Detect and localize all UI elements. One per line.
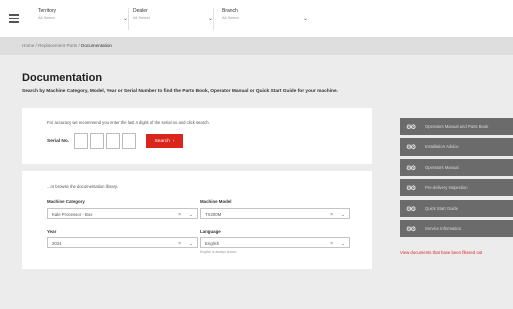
gears-icon: ⚙⚙ [406, 225, 416, 233]
dealer-filter-label: Dealer [133, 8, 148, 14]
search-button-label: Search [154, 138, 170, 144]
doc-item-pre-delivery-inspection[interactable]: ⚙⚙ Pre-delivery Inspection [400, 179, 513, 197]
gears-icon: ⚙⚙ [406, 185, 416, 193]
serial-digit-3-input[interactable] [106, 133, 120, 149]
gears-icon: ⚙⚙ [406, 124, 416, 131]
year-select[interactable]: 2024 × ⌄ [47, 237, 198, 248]
machine-category-select[interactable]: Kale Processor - Box × ⌄ [47, 208, 198, 219]
year-value: 2024 [52, 241, 62, 246]
machine-category-label: Machine Category [47, 199, 85, 204]
branch-filter-label: Branch [222, 8, 238, 14]
language-select[interactable]: English × ⌄ [200, 237, 350, 248]
library-note: ...or browse the documentation library. [47, 184, 118, 189]
machine-model-label: Machine Model [200, 199, 232, 204]
doc-item-label: Service Information [425, 225, 462, 231]
divider [213, 8, 214, 30]
language-label: Language [200, 229, 221, 234]
clear-icon[interactable]: × [330, 212, 333, 218]
gears-icon: ⚙⚙ [406, 144, 416, 152]
territory-filter[interactable]: Territory All Select ⌄ [38, 8, 128, 30]
machine-model-select[interactable]: TX200M × ⌄ [200, 208, 350, 219]
doc-item-label: Quick Start Guide [425, 205, 459, 211]
doc-item-service-information[interactable]: ⚙⚙ Service Information [400, 219, 513, 238]
breadcrumb-replacement-parts[interactable]: Replacement Parts [38, 43, 77, 48]
serial-digit-1-input[interactable] [74, 133, 88, 149]
language-hint: English is always shown [200, 250, 237, 254]
clear-icon[interactable]: × [178, 212, 181, 218]
year-label: Year [47, 229, 57, 234]
serial-digit-4-input[interactable] [122, 133, 136, 149]
doc-item-label: Pre-delivery Inspection [425, 185, 468, 191]
serial-search-note: For accuracy we recommend you enter the … [47, 120, 210, 125]
machine-category-value: Kale Processor - Box [52, 212, 93, 217]
hamburger-menu-icon[interactable] [9, 14, 19, 23]
breadcrumb: Home / Replacement Parts / Documentation [22, 43, 112, 48]
doc-item-operators-manual[interactable]: ⚙⚙ Operators Manual [400, 158, 513, 176]
branch-filter-value: All Select [222, 15, 239, 20]
doc-item-installation-advice[interactable]: ⚙⚙ Installation Advice [400, 138, 513, 156]
doc-item-label: Operators Manual and Parts Book [425, 124, 489, 129]
gears-icon: ⚙⚙ [406, 164, 416, 172]
territory-filter-value: All Select [38, 15, 55, 20]
page-title: Documentation [22, 72, 103, 84]
chevron-down-icon: ⌄ [302, 16, 308, 22]
territory-filter-label: Territory [38, 8, 57, 14]
library-browse-card: ...or browse the documentation library. … [22, 171, 372, 269]
clear-icon[interactable]: × [178, 241, 181, 247]
doc-item-label: Installation Advice [425, 144, 459, 150]
serial-search-card: For accuracy we recommend you enter the … [22, 108, 372, 164]
breadcrumb-home[interactable]: Home [22, 43, 34, 48]
chevron-down-icon: ⌄ [340, 211, 345, 218]
gears-icon: ⚙⚙ [406, 205, 416, 213]
chevron-down-icon: ⌄ [340, 240, 345, 247]
branch-filter[interactable]: Branch All Select ⌄ [222, 8, 308, 30]
page-subtitle: Search by Machine Category, Model, Year … [22, 89, 338, 94]
dealer-filter[interactable]: Dealer All Select ⌄ [133, 8, 213, 30]
clear-icon[interactable]: × [330, 241, 333, 247]
chevron-down-icon: ⌄ [188, 240, 193, 247]
divider [128, 8, 129, 30]
chevron-down-icon: ⌄ [188, 211, 193, 218]
language-value: English [205, 241, 220, 246]
top-bar: Territory All Select ⌄ Dealer All Select… [0, 0, 513, 38]
search-button[interactable]: Search › [146, 134, 183, 148]
serial-digit-2-input[interactable] [90, 133, 104, 149]
serial-number-label: Serial No. [47, 139, 70, 144]
breadcrumb-bar: Home / Replacement Parts / Documentation [0, 38, 513, 55]
dealer-filter-value: All Select [133, 15, 150, 20]
machine-model-value: TX200M [205, 212, 222, 217]
breadcrumb-current: Documentation [81, 43, 112, 48]
doc-item-operators-manual-parts-book[interactable]: ⚙⚙ Operators Manual and Parts Book [400, 118, 513, 136]
arrow-right-icon: › [172, 138, 175, 144]
doc-item-quick-start-guide[interactable]: ⚙⚙ Quick Start Guide [400, 199, 513, 217]
doc-item-label: Operators Manual [425, 164, 459, 170]
filtered-documents-link[interactable]: View documents that have been filtered o… [400, 250, 482, 255]
document-type-menu: ⚙⚙ Operators Manual and Parts Book ⚙⚙ In… [400, 118, 513, 240]
